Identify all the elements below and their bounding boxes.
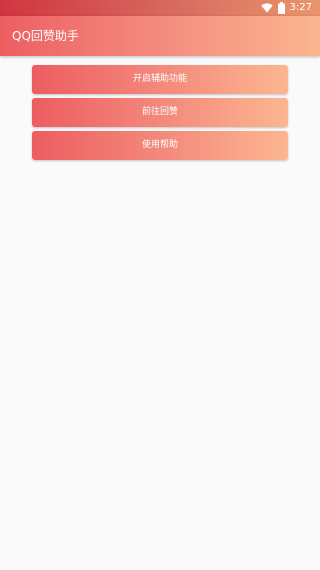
app-bar: QQ回赞助手 (0, 16, 320, 56)
enable-accessibility-button[interactable]: 开启辅助功能 (32, 65, 288, 94)
action-list: 开启辅助功能 前往回赞 使用帮助 (32, 65, 288, 164)
wifi-icon (260, 3, 273, 13)
usage-help-button[interactable]: 使用帮助 (32, 131, 288, 160)
battery-icon (277, 2, 285, 14)
app-title: QQ回赞助手 (12, 29, 79, 43)
go-return-like-button[interactable]: 前往回赞 (32, 98, 288, 127)
status-time: 3:27 (289, 2, 312, 13)
status-bar: 3:27 (0, 0, 320, 16)
status-indicators: 3:27 (260, 1, 312, 15)
